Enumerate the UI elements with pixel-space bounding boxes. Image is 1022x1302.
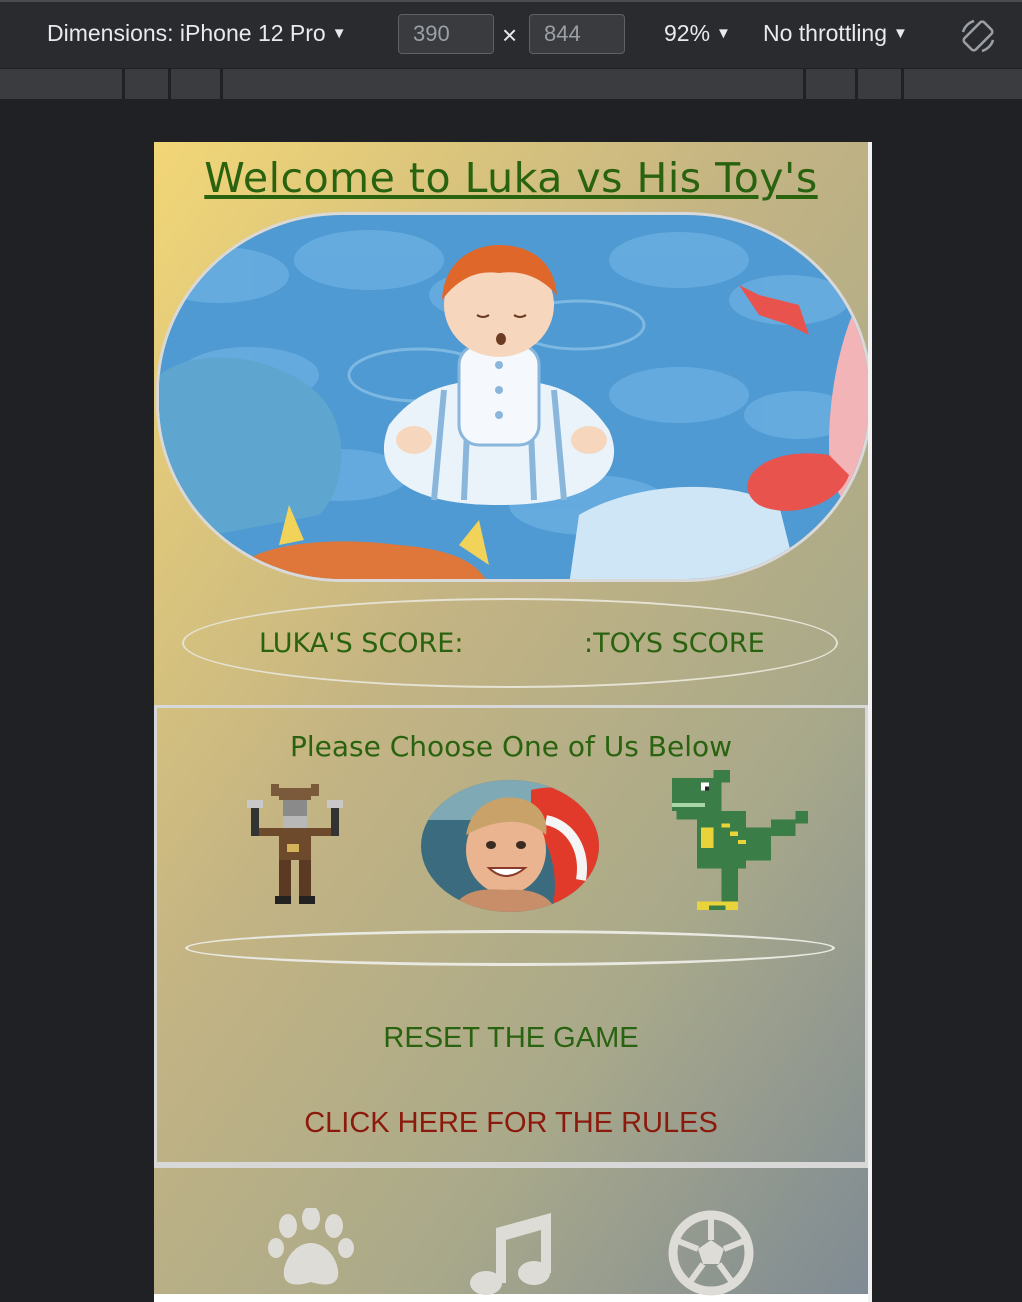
choose-prompt: Please Choose One of Us Below [289,730,733,763]
reset-game-button[interactable]: RESET THE GAME [157,1022,865,1055]
ruler-divider [122,69,125,99]
dinosaur-toy-choice[interactable] [663,770,813,918]
game-page: Welcome to Luka vs His Toy's LUKA'S SCOR… [154,142,872,1296]
paw-icon[interactable] [266,1208,356,1288]
device-viewport: Welcome to Luka vs His Toy's LUKA'S SCOR… [154,142,872,1302]
result-display [185,930,835,966]
device-dropdown[interactable]: Dimensions: iPhone 12 Pro ▼ [47,20,347,47]
viking-toy-choice[interactable] [235,780,355,912]
choice-panel: Please Choose One of Us Below RESET THE … [154,705,868,1165]
hero-cartoon-image [156,212,872,582]
throttling-label: No throttling [763,20,888,46]
zoom-dropdown[interactable]: 92% ▼ [664,20,731,47]
footer-social-links [154,1165,868,1302]
device-label: Dimensions: iPhone 12 Pro [47,20,326,46]
rotate-icon[interactable] [958,16,998,56]
luka-score-label: LUKA'S SCORE: [259,628,464,659]
ruler-divider [803,69,806,99]
throttling-dropdown[interactable]: No throttling ▼ [763,20,908,47]
luka-photo-choice[interactable] [421,780,599,912]
chevron-down-icon: ▼ [893,25,908,42]
toys-score-label: :TOYS SCORE [584,628,765,659]
page-title: Welcome to Luka vs His Toy's [204,154,818,202]
rules-link[interactable]: CLICK HERE FOR THE RULES [157,1107,865,1140]
width-input[interactable]: 390 [398,14,494,54]
ruler-divider [220,69,223,99]
zoom-label: 92% [664,20,711,46]
height-input[interactable]: 844 [529,14,625,54]
chevron-down-icon: ▼ [331,25,347,42]
chevron-down-icon: ▼ [716,25,731,42]
ruler-divider [855,69,858,99]
ruler-divider [901,69,904,99]
ruler-divider [168,69,171,99]
viewport-edge [868,142,872,1302]
media-query-ruler [0,68,1022,99]
score-board: LUKA'S SCORE: :TOYS SCORE [182,598,838,688]
soccer-ball-icon[interactable] [666,1208,756,1298]
times-symbol: × [502,20,518,50]
music-note-icon[interactable] [466,1208,556,1298]
devtools-device-toolbar: Dimensions: iPhone 12 Pro ▼ 390 × 844 92%… [0,0,1022,68]
